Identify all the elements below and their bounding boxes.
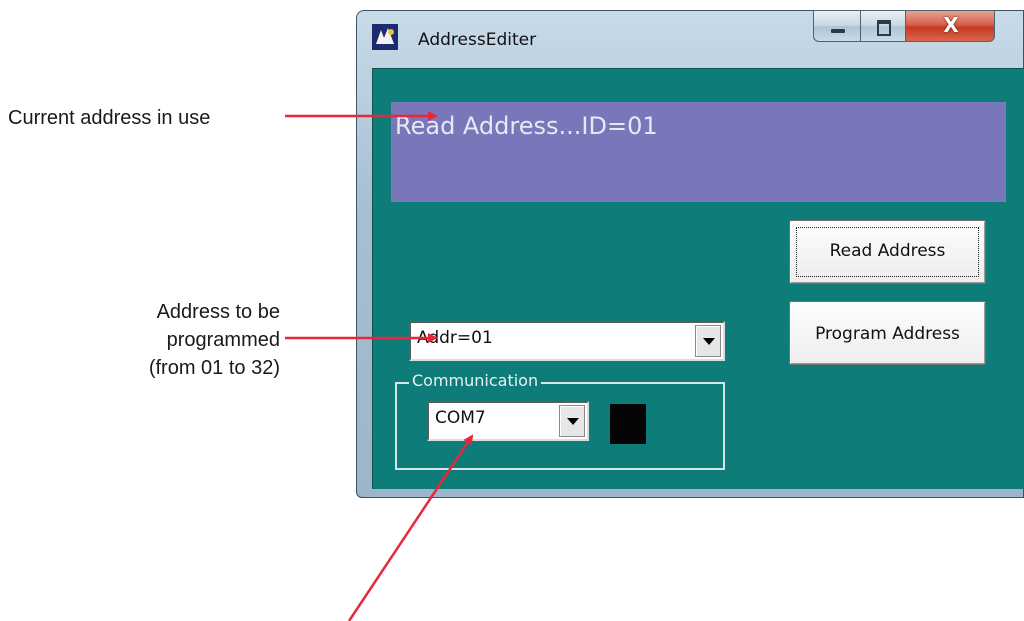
client-area: Read Address...ID=01 Read Address Progra… <box>372 68 1024 489</box>
annotation-line: Address to be <box>156 301 280 323</box>
annotation-current-address: Current address in use <box>8 107 211 129</box>
program-address-button[interactable]: Program Address <box>789 301 986 365</box>
figure-canvas: Current address in use Address to be pro… <box>0 0 1024 621</box>
address-display: Read Address...ID=01 <box>391 102 1006 202</box>
chevron-down-icon[interactable] <box>559 405 585 437</box>
connection-status-indicator <box>610 404 646 444</box>
read-address-button[interactable]: Read Address <box>789 220 986 284</box>
annotation-address-to-program: Address to be programmed (from 01 to 32) <box>60 298 280 382</box>
maximize-button[interactable] <box>860 10 906 42</box>
title-bar[interactable]: AddressEditer X <box>356 10 1024 58</box>
focus-rectangle <box>796 227 979 277</box>
minimize-icon <box>831 29 845 33</box>
window-title: AddressEditer <box>418 30 537 50</box>
address-select-value: Addr=01 <box>417 328 493 348</box>
com-port-select[interactable]: COM7 <box>427 401 589 441</box>
communication-group: Communication COM7 <box>395 371 725 470</box>
annotation-line: (from 01 to 32) <box>148 357 280 379</box>
com-port-value: COM7 <box>435 408 486 428</box>
annotation-line: programmed <box>166 329 280 351</box>
address-editer-window: AddressEditer X Read Address...ID=01 Rea… <box>356 10 1024 498</box>
app-icon[interactable] <box>372 24 398 50</box>
close-icon: X <box>943 13 959 37</box>
communication-legend: Communication <box>409 371 542 390</box>
chevron-down-icon[interactable] <box>695 325 721 357</box>
maximize-icon <box>877 20 891 36</box>
address-select[interactable]: Addr=01 <box>409 321 725 361</box>
minimize-button[interactable] <box>813 10 861 42</box>
close-button[interactable]: X <box>905 10 995 42</box>
program-address-label: Program Address <box>815 324 960 344</box>
